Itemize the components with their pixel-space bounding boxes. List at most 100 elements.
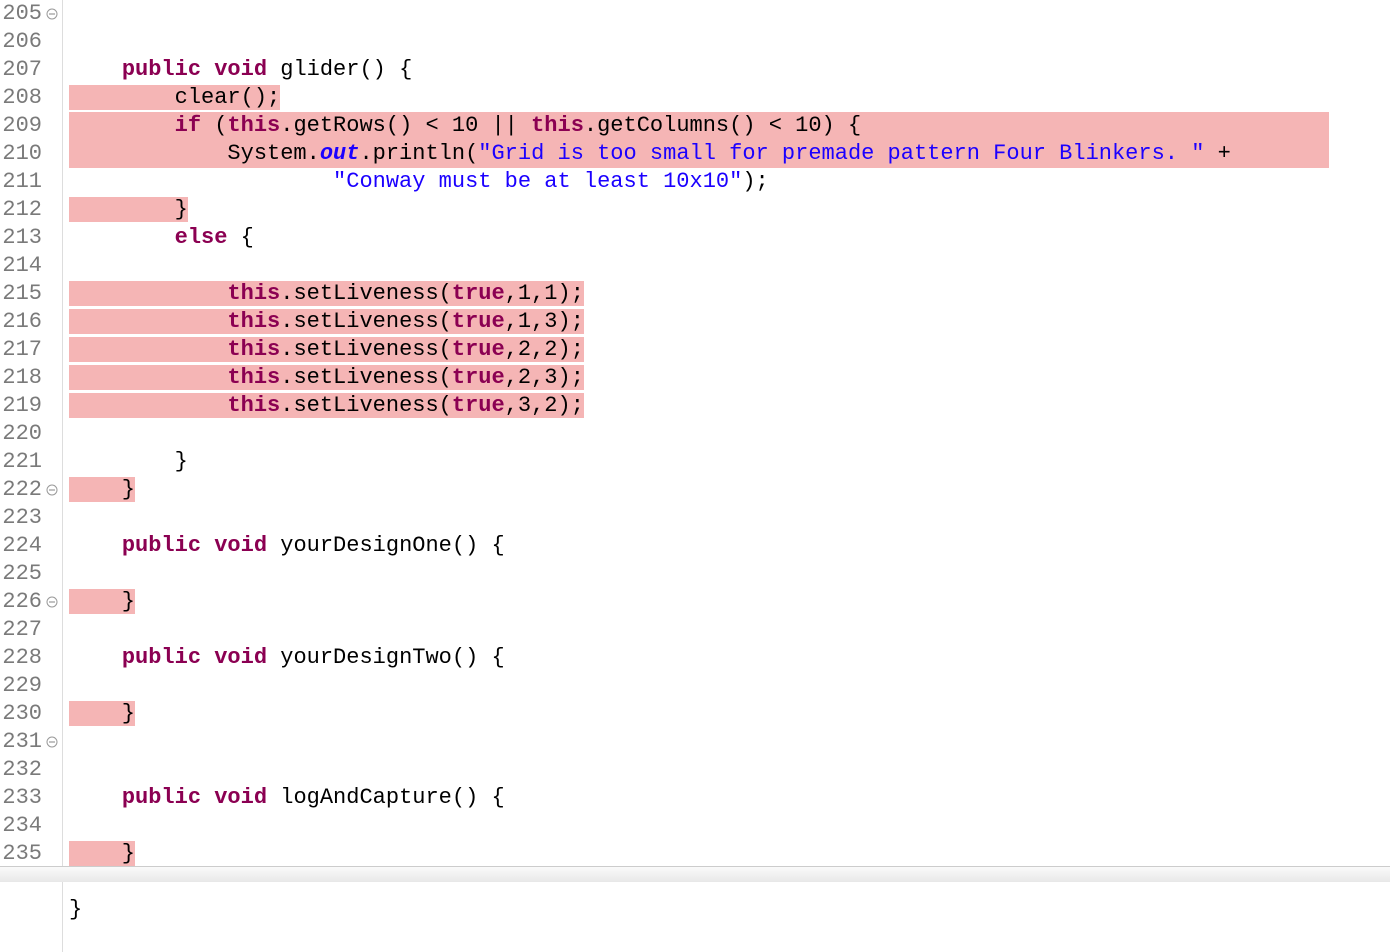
code-line[interactable]: [69, 756, 1390, 784]
gutter-line: 209: [0, 112, 62, 140]
line-number: 210: [0, 140, 42, 168]
code-line[interactable]: }: [69, 196, 1390, 224]
code-line[interactable]: this.setLiveness(true,1,1);: [69, 280, 1390, 308]
fold-collapse-icon[interactable]: [44, 594, 60, 610]
gutter-line: 224: [0, 532, 62, 560]
horizontal-scrollbar[interactable]: [0, 866, 1390, 882]
code-line[interactable]: [69, 504, 1390, 532]
code-line[interactable]: clear();: [69, 84, 1390, 112]
line-number: 211: [0, 168, 42, 196]
code-line[interactable]: [69, 252, 1390, 280]
code-line[interactable]: }: [69, 448, 1390, 476]
line-number: 218: [0, 364, 42, 392]
code-line[interactable]: this.setLiveness(true,3,2);: [69, 392, 1390, 420]
fold-collapse-icon[interactable]: [44, 6, 60, 22]
line-number: 221: [0, 448, 42, 476]
line-number: 226: [0, 588, 42, 616]
code-line[interactable]: [69, 560, 1390, 588]
code-editor-area[interactable]: public void glider() { clear(); if (this…: [63, 0, 1390, 952]
line-number: 223: [0, 504, 42, 532]
code-line[interactable]: public void glider() {: [69, 56, 1390, 84]
line-number: 225: [0, 560, 42, 588]
line-number: 219: [0, 392, 42, 420]
gutter-line: 205: [0, 0, 62, 28]
gutter-line: 214: [0, 252, 62, 280]
gutter-line: 219: [0, 392, 62, 420]
code-line[interactable]: [69, 672, 1390, 700]
gutter-line: 211: [0, 168, 62, 196]
line-number: 228: [0, 644, 42, 672]
fold-collapse-icon[interactable]: [44, 482, 60, 498]
code-line[interactable]: this.setLiveness(true,2,3);: [69, 364, 1390, 392]
gutter-line: 228: [0, 644, 62, 672]
coverage-highlight: this.setLiveness(true,1,1);: [69, 281, 584, 306]
gutter-line: 210: [0, 140, 62, 168]
line-number: 232: [0, 756, 42, 784]
line-number: 234: [0, 812, 42, 840]
gutter-line: 215: [0, 280, 62, 308]
code-line[interactable]: [69, 420, 1390, 448]
gutter-line: 212: [0, 196, 62, 224]
line-number: 209: [0, 112, 42, 140]
coverage-highlight: this.setLiveness(true,2,2);: [69, 337, 584, 362]
gutter-line: 220: [0, 420, 62, 448]
line-number: 205: [0, 0, 42, 28]
gutter-line: 230: [0, 700, 62, 728]
gutter-line: 233: [0, 784, 62, 812]
line-number: 214: [0, 252, 42, 280]
gutter-line: 226: [0, 588, 62, 616]
line-number: 230: [0, 700, 42, 728]
line-number: 222: [0, 476, 42, 504]
code-line[interactable]: public void yourDesignOne() {: [69, 532, 1390, 560]
line-number: 231: [0, 728, 42, 756]
line-number: 216: [0, 308, 42, 336]
gutter-line: 207: [0, 56, 62, 84]
fold-collapse-icon[interactable]: [44, 734, 60, 750]
code-line[interactable]: }: [69, 896, 1390, 924]
gutter-line: 223: [0, 504, 62, 532]
line-number: 208: [0, 84, 42, 112]
code-line[interactable]: [69, 728, 1390, 756]
gutter-line: 216: [0, 308, 62, 336]
code-line[interactable]: }: [69, 700, 1390, 728]
line-number: 207: [0, 56, 42, 84]
code-line[interactable]: [69, 812, 1390, 840]
coverage-highlight: System.out.println("Grid is too small fo…: [69, 140, 1329, 168]
coverage-highlight: this.setLiveness(true,2,3);: [69, 365, 584, 390]
gutter-line: 227: [0, 616, 62, 644]
line-number: 229: [0, 672, 42, 700]
coverage-highlight: }: [69, 841, 135, 866]
gutter-line: 208: [0, 84, 62, 112]
code-line[interactable]: this.setLiveness(true,2,2);: [69, 336, 1390, 364]
code-line[interactable]: public void yourDesignTwo() {: [69, 644, 1390, 672]
line-number: 235: [0, 840, 42, 868]
code-line[interactable]: public void logAndCapture() {: [69, 784, 1390, 812]
code-line[interactable]: if (this.getRows() < 10 || this.getColum…: [69, 112, 1390, 140]
code-line[interactable]: this.setLiveness(true,1,3);: [69, 308, 1390, 336]
code-line[interactable]: else {: [69, 224, 1390, 252]
coverage-highlight: this.setLiveness(true,1,3);: [69, 309, 584, 334]
coverage-highlight: }: [69, 701, 135, 726]
line-number: 206: [0, 28, 42, 56]
line-number: 220: [0, 420, 42, 448]
coverage-highlight: }: [69, 589, 135, 614]
gutter-line: 213: [0, 224, 62, 252]
code-line[interactable]: }: [69, 588, 1390, 616]
gutter-line: 221: [0, 448, 62, 476]
line-number: 212: [0, 196, 42, 224]
coverage-highlight: if (this.getRows() < 10 || this.getColum…: [69, 112, 1329, 140]
gutter-line: 222: [0, 476, 62, 504]
code-line[interactable]: System.out.println("Grid is too small fo…: [69, 140, 1390, 168]
code-line[interactable]: [69, 616, 1390, 644]
gutter-line: 217: [0, 336, 62, 364]
coverage-highlight: }: [69, 197, 188, 222]
gutter-line: 218: [0, 364, 62, 392]
code-line[interactable]: }: [69, 476, 1390, 504]
code-line[interactable]: }: [69, 840, 1390, 868]
gutter-line: 229: [0, 672, 62, 700]
gutter-line: 234: [0, 812, 62, 840]
line-number: 215: [0, 280, 42, 308]
code-line[interactable]: "Conway must be at least 10x10");: [69, 168, 1390, 196]
coverage-highlight: this.setLiveness(true,3,2);: [69, 393, 584, 418]
line-number: 233: [0, 784, 42, 812]
